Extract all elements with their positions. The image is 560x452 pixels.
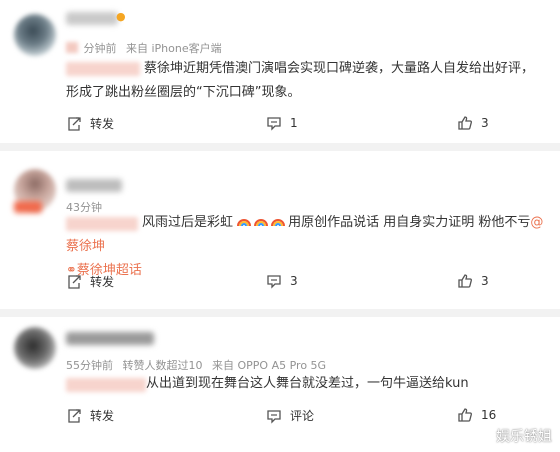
username[interactable]: [66, 332, 154, 345]
username[interactable]: [66, 12, 118, 25]
thumbs-up-icon: [458, 408, 472, 422]
avatar[interactable]: [14, 14, 56, 56]
divider: [0, 143, 560, 151]
comment-icon: [267, 409, 281, 424]
share-button[interactable]: 转发: [66, 115, 114, 132]
comment-count: 1: [290, 116, 298, 130]
like-button[interactable]: 3: [457, 115, 489, 131]
comment-source: 来自 iPhone客户端: [126, 42, 222, 55]
share-label: 转发: [90, 275, 115, 289]
share-label: 转发: [90, 117, 115, 131]
comment-time: 分钟前: [83, 42, 117, 55]
comment-time: 55分钟前: [66, 359, 113, 372]
like-button[interactable]: 3: [457, 273, 489, 289]
repost-info: 转赞人数超过10: [122, 359, 203, 372]
comment-label: 评论: [290, 409, 315, 423]
like-count: 3: [481, 116, 489, 130]
share-button[interactable]: 转发: [66, 407, 114, 424]
comment-actions: 转发 评论 16: [66, 407, 560, 427]
rainbow-emoji-icon: [237, 219, 252, 227]
comment-text: 蔡徐坤近期凭借澳门演唱会实现口碑逆袭，大量路人自发给出好评，形成了跳出粉丝圈层的…: [66, 61, 535, 100]
share-icon: [68, 408, 81, 423]
rainbow-emoji-icon: [271, 219, 286, 227]
comment-button[interactable]: 3: [266, 273, 298, 289]
like-count: 3: [481, 274, 489, 288]
comment-icon: [267, 275, 281, 289]
divider: [0, 309, 560, 317]
watermark-text: 娱乐锈姐: [496, 429, 552, 445]
comment-meta: 55分钟前 转赞人数超过10 来自 OPPO A5 Pro 5G: [66, 357, 332, 373]
like-count: 16: [481, 408, 497, 422]
avatar[interactable]: [14, 327, 56, 369]
comment-actions: 转发 3 3: [66, 273, 560, 293]
comment-card: ● 分钟前 来自 iPhone客户端 蔡徐坤近期凭借澳门演唱会实现口碑逆袭，大量…: [0, 0, 560, 143]
username[interactable]: [66, 179, 122, 192]
thumbs-up-icon: [458, 274, 472, 288]
rainbow-emoji-icon: [254, 219, 269, 227]
comment-meta: 分钟前 来自 iPhone客户端: [66, 40, 228, 56]
comment-card: 43分钟 风雨过后是彩虹 用原创作品说话 用自身实力证明 粉他不亏@蔡徐坤 ⚭蔡…: [0, 151, 560, 309]
share-label: 转发: [90, 409, 115, 423]
member-icon: ●: [116, 10, 126, 23]
weibo-logo-icon: [473, 429, 492, 444]
comment-button[interactable]: 评论: [266, 407, 314, 424]
like-button[interactable]: 16: [457, 407, 496, 423]
thumbs-up-icon: [458, 116, 472, 130]
comment-icon: [267, 117, 281, 131]
share-button[interactable]: 转发: [66, 273, 114, 290]
comment-text: 从出道到现在舞台这人舞台就没差过，一句牛逼送给kun: [146, 376, 469, 391]
share-icon: [68, 274, 81, 289]
comment-count: 3: [290, 274, 298, 288]
comment-actions: 转发 1 3: [66, 115, 560, 135]
avatar-badge: [14, 201, 42, 213]
watermark: 娱乐锈姐: [473, 426, 552, 446]
comment-source: 来自 OPPO A5 Pro 5G: [212, 359, 327, 372]
share-icon: [68, 116, 81, 131]
comment-button[interactable]: 1: [266, 115, 298, 131]
